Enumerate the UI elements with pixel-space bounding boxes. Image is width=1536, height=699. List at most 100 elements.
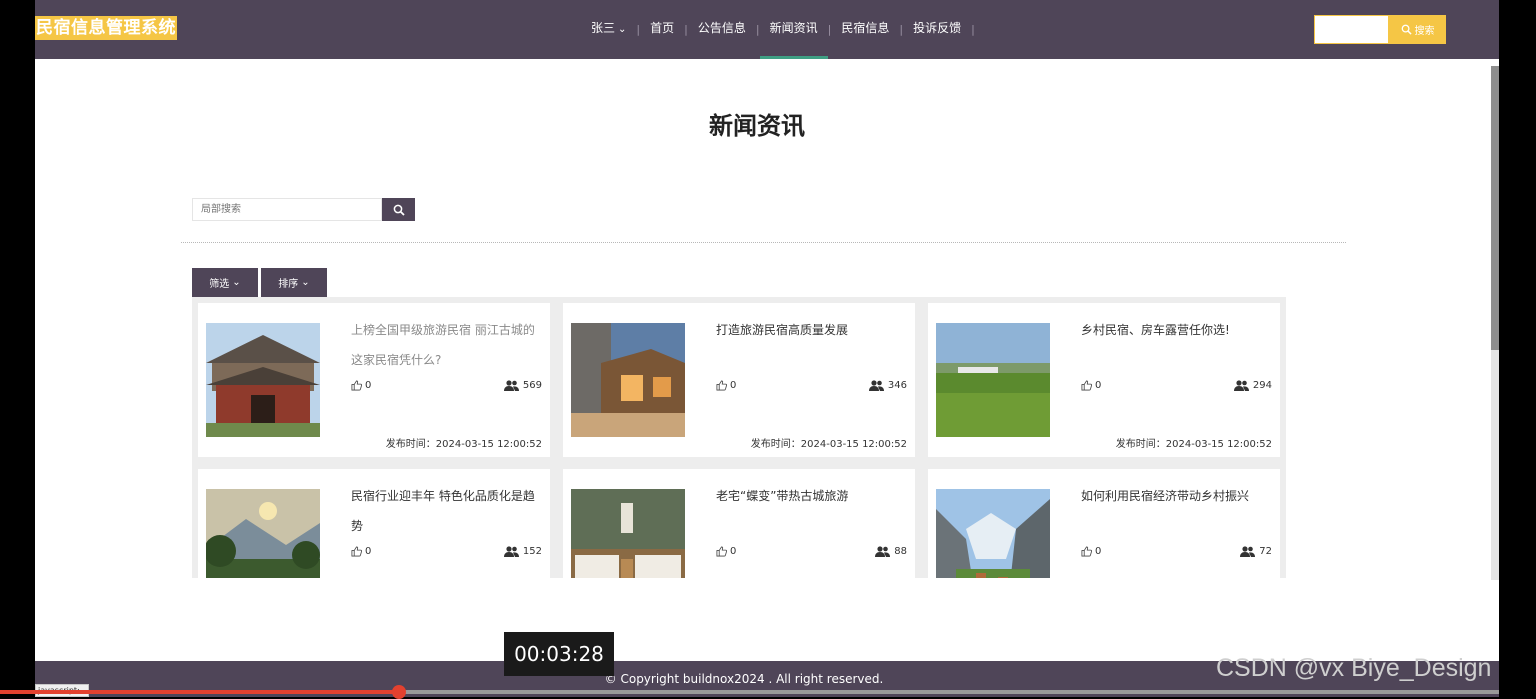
local-search-button[interactable] bbox=[382, 198, 415, 221]
likes-count: 0 bbox=[365, 546, 372, 557]
thumbs-up-icon bbox=[716, 380, 727, 391]
user-name: 张三 bbox=[591, 21, 616, 35]
news-card[interactable]: 民宿行业迎丰年 特色化品质化是趋势 0 152 bbox=[198, 469, 550, 578]
news-title[interactable]: 老宅“蝶变”带热古城旅游 bbox=[716, 481, 908, 511]
news-title[interactable]: 民宿行业迎丰年 特色化品质化是趋势 bbox=[351, 481, 543, 541]
chevron-down-icon: ⌄ bbox=[618, 24, 627, 35]
local-search-input[interactable] bbox=[192, 198, 382, 221]
search-icon bbox=[1401, 24, 1412, 35]
filter-button[interactable]: 筛选 ⌄ bbox=[192, 268, 258, 297]
news-card[interactable]: 打造旅游民宿高质量发展 0 346 发布时间：2024-03-15 12:00:… bbox=[563, 303, 915, 457]
users-icon bbox=[1233, 380, 1249, 391]
nav-announcements[interactable]: 公告信息 bbox=[688, 0, 756, 59]
likes[interactable]: 0 bbox=[351, 380, 371, 391]
likes-count: 0 bbox=[365, 380, 372, 391]
likes[interactable]: 0 bbox=[716, 380, 736, 391]
video-progress-remaining[interactable] bbox=[400, 690, 1499, 694]
views-count: 72 bbox=[1259, 546, 1272, 557]
scrollbar-track[interactable] bbox=[1491, 350, 1499, 580]
news-thumbnail[interactable] bbox=[206, 323, 320, 437]
nav-news[interactable]: 新闻资讯 bbox=[759, 0, 828, 59]
views: 152 bbox=[503, 546, 542, 557]
alpine-valley-image bbox=[936, 489, 1050, 578]
video-timer: 00:03:28 bbox=[504, 632, 614, 676]
thumbs-up-icon bbox=[351, 380, 362, 391]
user-menu[interactable]: 张三 ⌄ bbox=[581, 0, 636, 59]
likes[interactable]: 0 bbox=[1081, 546, 1101, 557]
views-count: 569 bbox=[522, 380, 542, 391]
top-navbar: 民宿信息管理系统 张三 ⌄ | 首页 | 公告信息 | 新闻资讯 | 民宿信息 |… bbox=[35, 0, 1499, 59]
users-icon bbox=[1240, 546, 1256, 557]
page-scrollbar[interactable] bbox=[1491, 66, 1499, 350]
thumbs-up-icon bbox=[716, 546, 727, 557]
filter-label: 筛选 bbox=[209, 279, 230, 290]
likes-count: 0 bbox=[1095, 546, 1102, 557]
likes-count: 0 bbox=[730, 380, 737, 391]
thumbs-up-icon bbox=[1081, 380, 1092, 391]
likes-count: 0 bbox=[1095, 380, 1102, 391]
header-search-button[interactable]: 搜索 bbox=[1389, 15, 1446, 44]
site-logo[interactable]: 民宿信息管理系统 bbox=[35, 16, 177, 40]
header-search: 搜索 bbox=[1314, 15, 1446, 44]
likes[interactable]: 0 bbox=[351, 546, 371, 557]
views: 294 bbox=[1233, 380, 1272, 391]
news-title[interactable]: 乡村民宿、房车露营任你选! bbox=[1081, 315, 1273, 345]
sort-label: 排序 bbox=[278, 279, 299, 290]
nav-home[interactable]: 首页 bbox=[640, 0, 684, 59]
likes[interactable]: 0 bbox=[1081, 380, 1101, 391]
news-thumbnail[interactable] bbox=[571, 489, 685, 578]
news-card[interactable]: 上榜全国甲级旅游民宿 丽江古城的这家民宿凭什么? 0 569 发布时间：2024… bbox=[198, 303, 550, 457]
views: 88 bbox=[875, 546, 907, 557]
header-search-input[interactable] bbox=[1314, 15, 1389, 44]
thumbs-up-icon bbox=[351, 546, 362, 557]
news-title[interactable]: 上榜全国甲级旅游民宿 丽江古城的这家民宿凭什么? bbox=[351, 315, 543, 375]
users-icon bbox=[875, 546, 891, 557]
mountain-garden-image bbox=[206, 489, 320, 578]
search-icon bbox=[393, 204, 405, 216]
news-card[interactable]: 老宅“蝶变”带热古城旅游 0 88 bbox=[563, 469, 915, 578]
thumbs-up-icon bbox=[1081, 546, 1092, 557]
chevron-down-icon: ⌄ bbox=[232, 277, 241, 288]
likes-count: 0 bbox=[730, 546, 737, 557]
sort-button[interactable]: 排序 ⌄ bbox=[261, 268, 327, 297]
watermark: CSDN @vx Biye_Design bbox=[1216, 654, 1492, 682]
users-icon bbox=[503, 546, 519, 557]
views-count: 346 bbox=[887, 380, 907, 391]
news-card[interactable]: 如何利用民宿经济带动乡村振兴 0 72 bbox=[928, 469, 1280, 578]
news-grid: 上榜全国甲级旅游民宿 丽江古城的这家民宿凭什么? 0 569 发布时间：2024… bbox=[192, 297, 1286, 578]
news-card[interactable]: 乡村民宿、房车露营任你选! 0 294 发布时间：2024-03-15 12:0… bbox=[928, 303, 1280, 457]
nav-separator: | bbox=[971, 23, 975, 36]
chevron-down-icon: ⌄ bbox=[301, 277, 310, 288]
main-nav: 张三 ⌄ | 首页 | 公告信息 | 新闻资讯 | 民宿信息 | 投诉反馈 | bbox=[581, 0, 975, 59]
news-thumbnail[interactable] bbox=[936, 489, 1050, 578]
news-thumbnail[interactable] bbox=[571, 323, 685, 437]
video-progress-played[interactable] bbox=[0, 690, 400, 694]
news-thumbnail[interactable] bbox=[936, 323, 1050, 437]
users-icon bbox=[503, 380, 519, 391]
nav-feedback[interactable]: 投诉反馈 bbox=[903, 0, 971, 59]
divider bbox=[181, 242, 1346, 243]
guest-bedroom-image bbox=[571, 489, 685, 578]
views-count: 88 bbox=[894, 546, 907, 557]
rice-field-image bbox=[936, 323, 1050, 437]
publish-time: 发布时间：2024-03-15 12:00:52 bbox=[385, 439, 542, 450]
page-title: 新闻资讯 bbox=[709, 112, 805, 140]
publish-time: 发布时间：2024-03-15 12:00:52 bbox=[1115, 439, 1272, 450]
views-count: 152 bbox=[522, 546, 542, 557]
publish-time: 发布时间：2024-03-15 12:00:52 bbox=[750, 439, 907, 450]
views-count: 294 bbox=[1252, 380, 1272, 391]
views: 346 bbox=[868, 380, 907, 391]
nav-homestays[interactable]: 民宿信息 bbox=[831, 0, 899, 59]
news-thumbnail[interactable] bbox=[206, 489, 320, 578]
header-search-label: 搜索 bbox=[1414, 26, 1435, 37]
users-icon bbox=[868, 380, 884, 391]
views: 72 bbox=[1240, 546, 1272, 557]
likes[interactable]: 0 bbox=[716, 546, 736, 557]
local-search bbox=[192, 198, 415, 221]
stone-cabin-image bbox=[571, 323, 685, 437]
news-title[interactable]: 如何利用民宿经济带动乡村振兴 bbox=[1081, 481, 1273, 511]
views: 569 bbox=[503, 380, 542, 391]
browser-page: 民宿信息管理系统 张三 ⌄ | 首页 | 公告信息 | 新闻资讯 | 民宿信息 |… bbox=[35, 0, 1499, 697]
courtyard-inn-image bbox=[206, 323, 320, 437]
news-title[interactable]: 打造旅游民宿高质量发展 bbox=[716, 315, 908, 345]
